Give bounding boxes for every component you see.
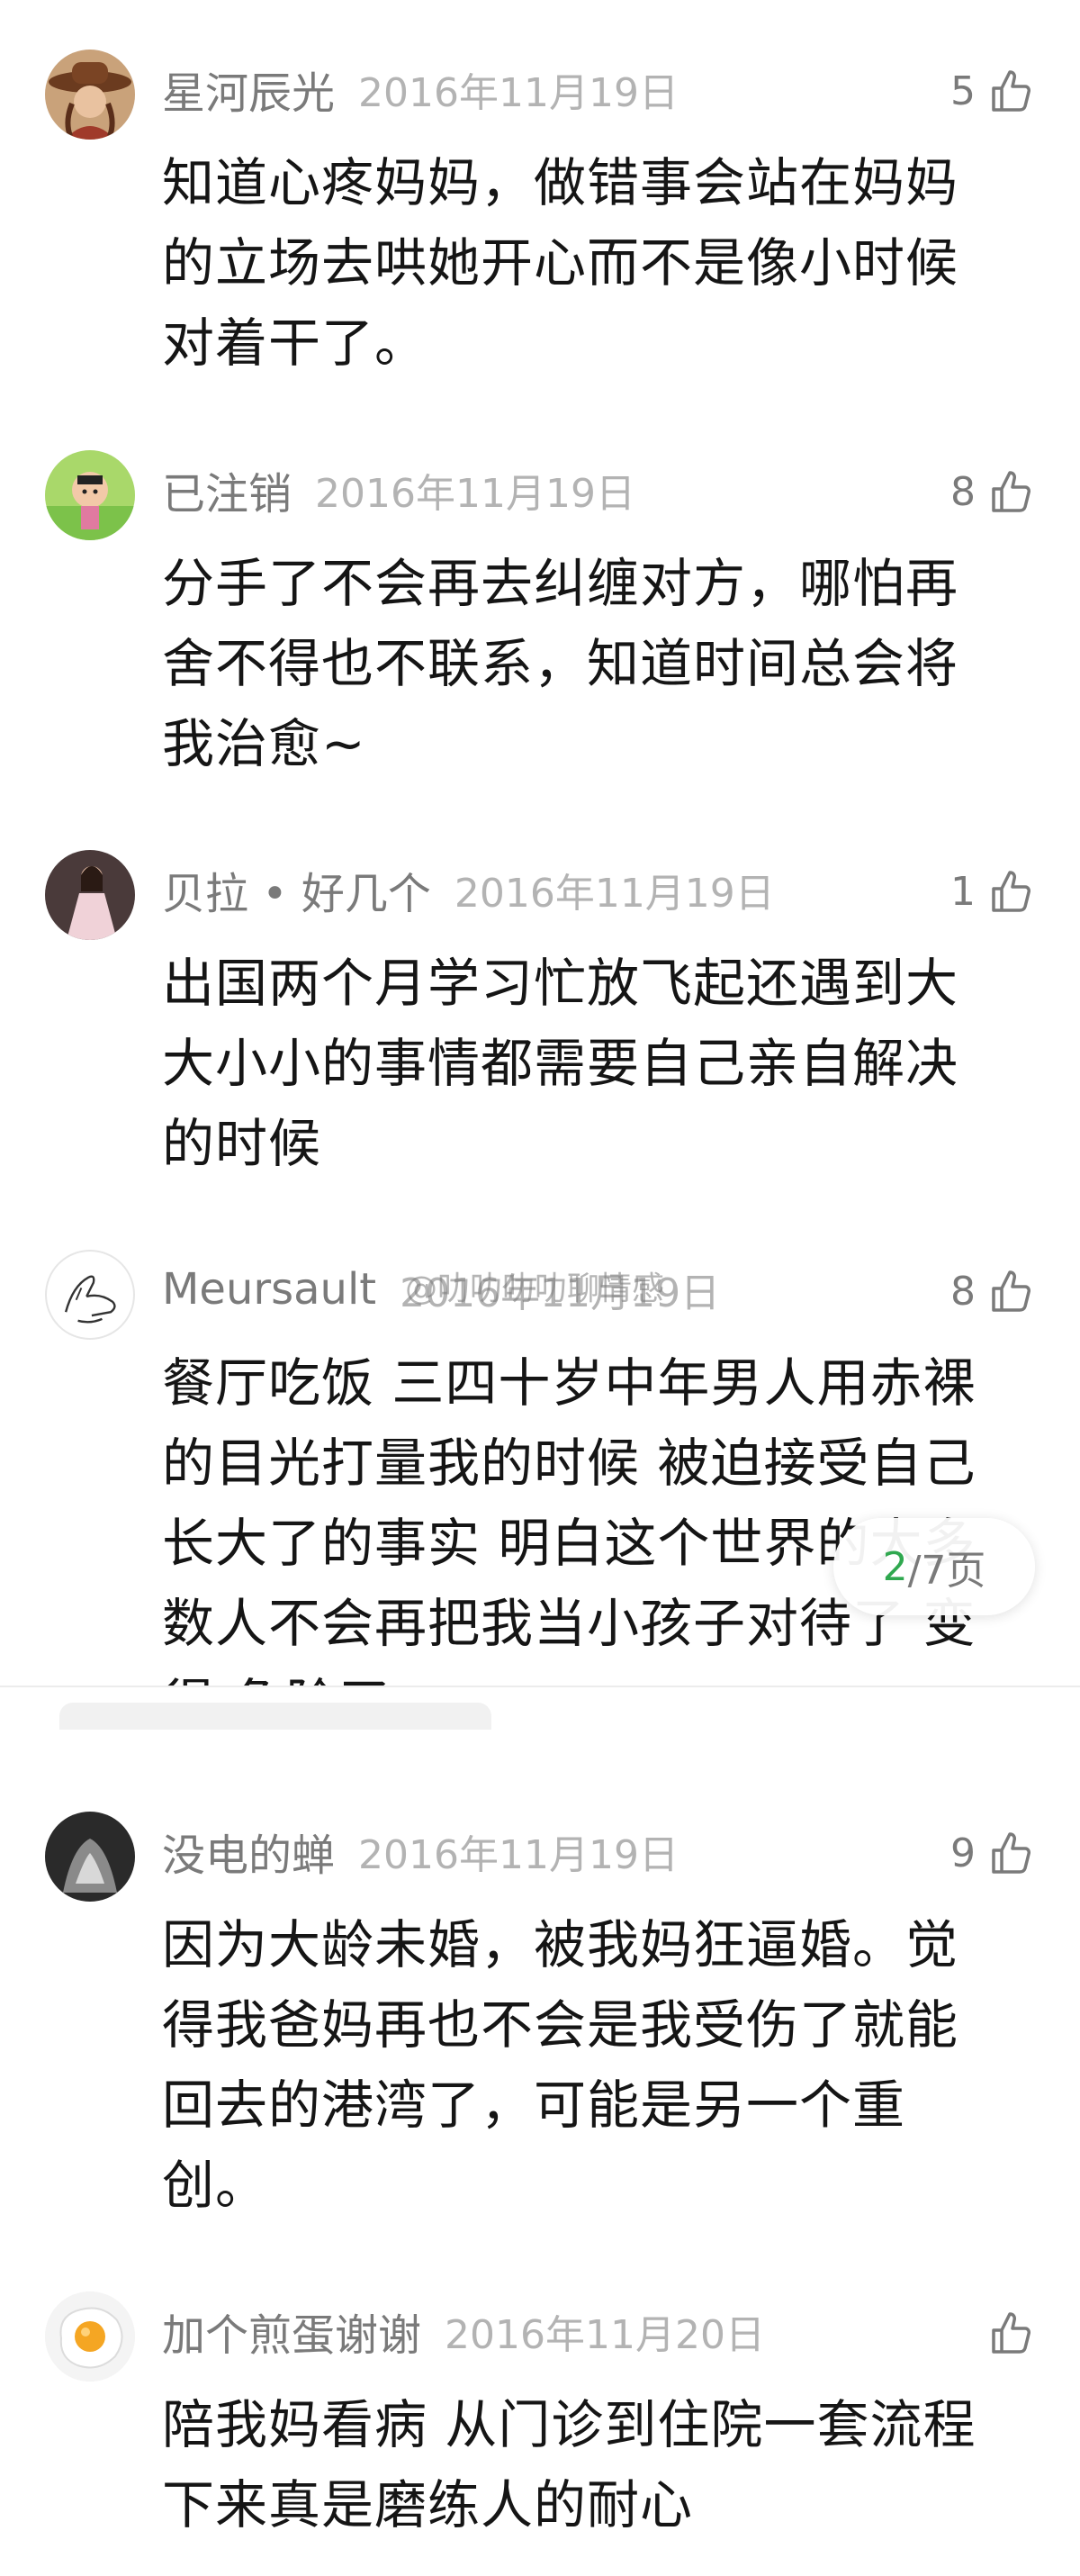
page-total: /7页 <box>907 1548 986 1594</box>
username[interactable]: 星河辰光 <box>162 58 335 121</box>
username[interactable]: 贝拉 • 好几个 <box>162 858 431 921</box>
section-divider <box>0 1686 1080 1687</box>
comment-line: 我治愈~ <box>162 713 366 774</box>
avatar[interactable] <box>45 450 135 540</box>
comment-line: 的目光打量我的时候 被迫接受自己 <box>162 1433 976 1494</box>
like-count: 5 <box>950 68 976 114</box>
comment-meta: 没电的蝉 2016年11月19日 <box>162 1815 679 1887</box>
thumbs-up-icon <box>986 467 1035 516</box>
username[interactable]: 加个煎蛋谢谢 <box>162 2300 421 2363</box>
dark-abstract-icon <box>45 1812 135 1902</box>
comment-line: 下来真是磨练人的耐心 <box>162 2474 694 2535</box>
comment-line: 知道心疼妈妈，做错事会站在妈妈 <box>162 152 959 213</box>
thumbs-up-icon <box>986 2309 1035 2357</box>
like-button[interactable] <box>976 2300 1035 2365</box>
thumbs-up-icon <box>986 867 1035 916</box>
comment-line: 得 危险了 <box>162 1664 999 1686</box>
page-current: 2 <box>882 1543 908 1590</box>
comment-line: 大小小的事情都需要自己亲自解决 <box>162 1033 959 1094</box>
woman-in-dress-icon <box>45 850 135 940</box>
comment-date: 2016年11月19日 <box>315 471 635 517</box>
thumbs-up-icon <box>986 67 1035 115</box>
avatar[interactable] <box>45 50 135 140</box>
like-count: 8 <box>950 468 976 515</box>
comment-date: 2016年11月20日 <box>445 2312 765 2358</box>
comment-line: 舍不得也不联系，知道时间总会将 <box>162 633 959 694</box>
comment-list-upper: 星河辰光 2016年11月19日 5 知道心疼妈妈，做错事会站在妈妈 的立场去哄… <box>0 0 1080 1686</box>
watermark: @叻叻叻叻聊情感 <box>405 1270 665 1307</box>
comment-date: 2016年11月19日 <box>358 70 679 116</box>
comment-meta: 星河辰光 2016年11月19日 <box>162 53 679 125</box>
comment-line: 对着干了。 <box>162 312 428 374</box>
avatar[interactable] <box>45 1250 135 1340</box>
comment-date: 2016年11月19日 <box>358 1832 679 1878</box>
avatar[interactable] <box>45 850 135 940</box>
comment-line: 因为大龄未婚，被我妈狂逼婚。觉 <box>162 1914 959 1975</box>
username[interactable]: 已注销 <box>162 458 292 521</box>
like-button[interactable]: 1 <box>950 859 1035 924</box>
like-count: 8 <box>950 1268 976 1315</box>
fried-egg-icon <box>45 2291 135 2382</box>
comment-meta: 加个煎蛋谢谢 2016年11月20日 <box>162 2295 765 2367</box>
like-button[interactable]: 9 <box>950 1821 1035 1885</box>
comment-text: 餐厅吃饭 三四十岁中年男人用赤裸 的目光打量我的时候 被迫接受自己 长大了的事实… <box>162 1343 999 1686</box>
comment-line: 的时候 <box>162 1113 322 1174</box>
thumbs-up-icon <box>986 1829 1035 1877</box>
comment-meta: 已注销 2016年11月19日 <box>162 454 635 526</box>
comment-line: 分手了不会再去纠缠对方，哪怕再 <box>162 553 959 614</box>
comment-line: 回去的港湾了，可能是另一个重 <box>162 2074 906 2136</box>
like-button[interactable]: 5 <box>950 59 1035 123</box>
strip-decoration <box>59 1703 491 1730</box>
comment-line: 得我爸妈再也不会是我受伤了就能 <box>162 1994 959 2056</box>
comment-line: 创。 <box>162 2155 269 2216</box>
like-count: 1 <box>950 868 976 915</box>
like-count: 9 <box>950 1830 976 1876</box>
like-button[interactable]: 8 <box>950 1259 1035 1324</box>
comment-meta: 贝拉 • 好几个 2016年11月19日 <box>162 854 775 926</box>
hands-line-drawing-icon <box>64 1275 116 1324</box>
avatar[interactable] <box>45 2291 135 2382</box>
comment-line: 出国两个月学习忙放飞起还遇到大 <box>162 953 959 1014</box>
username[interactable]: 没电的蝉 <box>162 1820 335 1883</box>
comment-text: 陪我妈看病 从门诊到住院一套流程 下来真是磨练人的耐心 <box>162 2385 999 2545</box>
comment-text: 因为大龄未婚，被我妈狂逼婚。觉 得我爸妈再也不会是我受伤了就能 回去的港湾了，可… <box>162 1905 999 2226</box>
comment-text: 知道心疼妈妈，做错事会站在妈妈 的立场去哄她开心而不是像小时候 对着干了。 <box>162 143 999 384</box>
comment-date: 2016年11月19日 <box>454 871 775 917</box>
comment-text: 分手了不会再去纠缠对方，哪怕再 舍不得也不联系，知道时间总会将 我治愈~ <box>162 544 999 784</box>
cartoon-character-icon <box>45 450 135 540</box>
username[interactable]: Meursault <box>162 1264 376 1315</box>
like-button[interactable]: 8 <box>950 459 1035 524</box>
page-indicator[interactable]: 2/7页 <box>833 1518 1035 1615</box>
cowboy-hat-portrait-icon <box>45 50 135 140</box>
avatar[interactable] <box>45 1812 135 1902</box>
comment-line: 陪我妈看病 从门诊到住院一套流程 <box>162 2394 976 2455</box>
comment-text: 出国两个月学习忙放飞起还遇到大 大小小的事情都需要自己亲自解决 的时候 <box>162 944 999 1184</box>
comment-line: 餐厅吃饭 三四十岁中年男人用赤裸 <box>162 1352 976 1414</box>
thumbs-up-icon <box>986 1267 1035 1315</box>
comment-line: 的立场去哄她开心而不是像小时候 <box>162 232 959 294</box>
